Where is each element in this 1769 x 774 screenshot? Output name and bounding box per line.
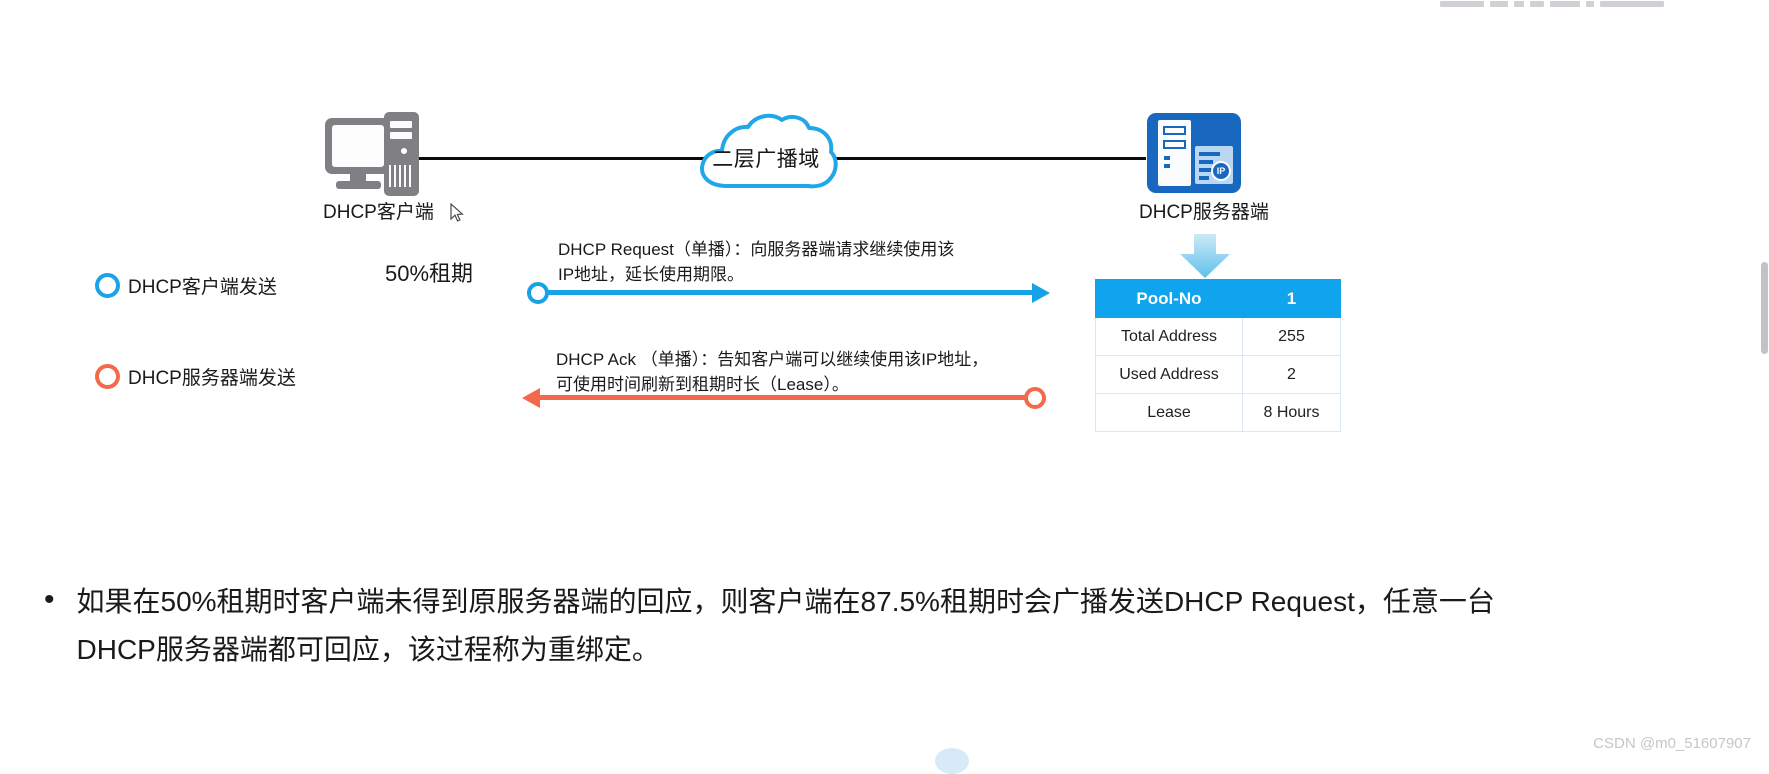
monitor-base	[336, 181, 381, 189]
tower-vents	[389, 165, 413, 187]
legend-item-server: DHCP服务器端发送	[95, 363, 296, 390]
bullet-marker: •	[44, 583, 55, 616]
document-line	[1199, 152, 1220, 156]
address-pool-table: Pool-No 1 Total Address 255 Used Address…	[1095, 279, 1342, 432]
vertical-scrollbar-track[interactable]	[1760, 0, 1769, 760]
desktop-computer-icon	[325, 112, 421, 196]
table-body: Pool-No 1 Total Address 255 Used Address…	[1095, 279, 1342, 432]
legend-label: DHCP服务器端发送	[128, 368, 296, 389]
server-led	[1164, 164, 1170, 168]
mouse-cursor-icon	[450, 202, 464, 223]
legend-label: DHCP客户端发送	[128, 277, 277, 298]
link-cloud-to-server	[830, 157, 1146, 160]
table-row-header: Pool-No 1	[1095, 279, 1342, 318]
arrow-down-icon	[1177, 232, 1233, 280]
ack-arrow-head	[522, 388, 540, 408]
decorative-blob	[935, 748, 969, 774]
tower-power-dot	[401, 148, 407, 154]
orange-circle-marker-icon	[95, 364, 120, 389]
document-line	[1199, 176, 1209, 180]
bullet-text: 如果在50%租期时客户端未得到原服务器端的回应，则客户端在87.5%租期时会广播…	[76, 586, 1495, 665]
server-led	[1164, 156, 1170, 160]
server-bay	[1163, 126, 1186, 135]
link-client-to-cloud	[418, 157, 704, 160]
document-line	[1199, 160, 1213, 164]
monitor-screen	[332, 125, 384, 167]
ip-badge: IP	[1211, 161, 1231, 181]
client-node-label: DHCP客户端	[323, 202, 434, 223]
dhcp-request-description: DHCP Request（单播）：向服务器端请求继续使用该 IP地址，延长使用期…	[558, 240, 955, 284]
table-cell-value: 8 Hours	[1241, 393, 1342, 432]
vertical-scrollbar-thumb[interactable]	[1761, 262, 1768, 354]
table-cell-key: Lease	[1095, 393, 1243, 432]
ack-arrow-line	[540, 395, 1028, 400]
server-node-label: DHCP服务器端	[1139, 202, 1269, 223]
table-header-value: 1	[1241, 279, 1342, 318]
table-cell-value: 2	[1241, 355, 1342, 394]
watermark: CSDN @m0_51607907	[1593, 735, 1751, 752]
dhcp-ack-description: DHCP Ack （单播）：告知客户端可以继续使用该IP地址， 可使用时间刷新到…	[556, 350, 989, 394]
blue-circle-marker-icon	[95, 273, 120, 298]
dhcp-server-icon: IP	[1147, 113, 1241, 193]
tower-drive-slot	[390, 121, 412, 128]
table-row: Lease 8 Hours	[1095, 393, 1342, 432]
legend-item-client: DHCP客户端发送	[95, 272, 277, 299]
table-cell-key: Used Address	[1095, 355, 1243, 394]
table-header-key: Pool-No	[1095, 279, 1243, 318]
lease-percentage-label: 50%租期	[385, 261, 474, 286]
toolbar-remnant	[1440, 0, 1670, 7]
cloud-label: 二层广播域	[712, 148, 820, 171]
table-row: Used Address 2	[1095, 355, 1342, 394]
table-row: Total Address 255	[1095, 317, 1342, 356]
slide-canvas: DHCP客户端 二层广播域 IP DHCP服务器端 Pool-No 1 Tota…	[0, 0, 1769, 774]
request-arrow-line	[546, 290, 1036, 295]
server-bay	[1163, 140, 1186, 149]
bullet-paragraph: • 如果在50%租期时客户端未得到原服务器端的回应，则客户端在87.5%租期时会…	[44, 578, 1544, 674]
tower-drive-slot	[390, 132, 412, 139]
table-cell-key: Total Address	[1095, 317, 1243, 356]
request-arrow-head	[1032, 283, 1050, 303]
broadcast-domain-cloud: 二层广播域	[693, 108, 839, 204]
table-cell-value: 255	[1241, 317, 1342, 356]
